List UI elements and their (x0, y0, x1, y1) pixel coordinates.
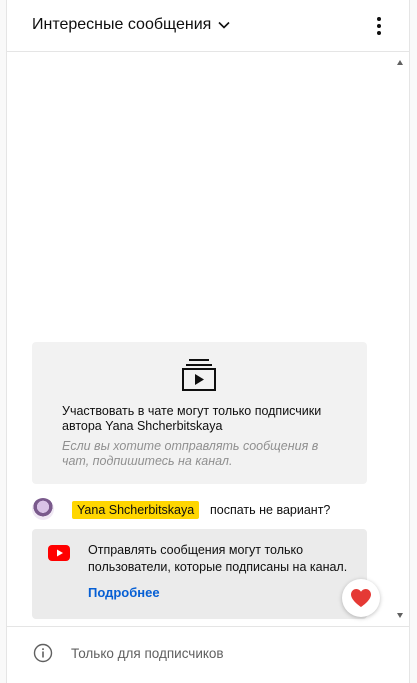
learn-more-link[interactable]: Подробнее (88, 585, 160, 600)
scroll-down-arrow[interactable] (397, 613, 403, 618)
chat-message: Yana Shcherbitskaya поспать не вариант? (32, 496, 362, 522)
notice-text: Отправлять сообщения могут только пользо… (88, 543, 348, 574)
members-only-card: Участвовать в чате могут только подписчи… (32, 342, 367, 484)
subscriptions-icon (182, 359, 216, 391)
members-only-label: Только для подписчиков (71, 646, 224, 661)
chat-footer: Только для подписчиков (7, 626, 409, 683)
chat-mode-label: Интересные сообщения (32, 16, 212, 33)
info-icon (33, 643, 53, 663)
heart-icon (351, 589, 371, 607)
scroll-up-arrow[interactable] (397, 60, 403, 65)
chat-header: Интересные сообщения (7, 0, 409, 52)
chat-mode-dropdown[interactable]: Интересные сообщения (32, 16, 231, 34)
subscribers-notice: Отправлять сообщения могут только пользо… (32, 529, 367, 619)
members-card-subtitle: Если вы хотите отправлять сообщения в ча… (62, 439, 319, 468)
more-options-button[interactable] (369, 15, 389, 37)
members-card-title: Участвовать в чате могут только подписчи… (62, 404, 322, 433)
chevron-down-icon (218, 21, 230, 29)
author-badge[interactable]: Yana Shcherbitskaya (72, 501, 200, 519)
youtube-logo-icon (48, 545, 70, 561)
heart-reaction-button[interactable] (342, 579, 380, 617)
chat-messages-area[interactable]: Участвовать в чате могут только подписчи… (7, 52, 409, 626)
more-vert-icon (377, 17, 381, 21)
message-text: поспать не вариант? (210, 503, 331, 517)
live-chat-panel: Интересные сообщения Участвовать в чате … (6, 0, 410, 683)
avatar[interactable] (32, 498, 54, 520)
